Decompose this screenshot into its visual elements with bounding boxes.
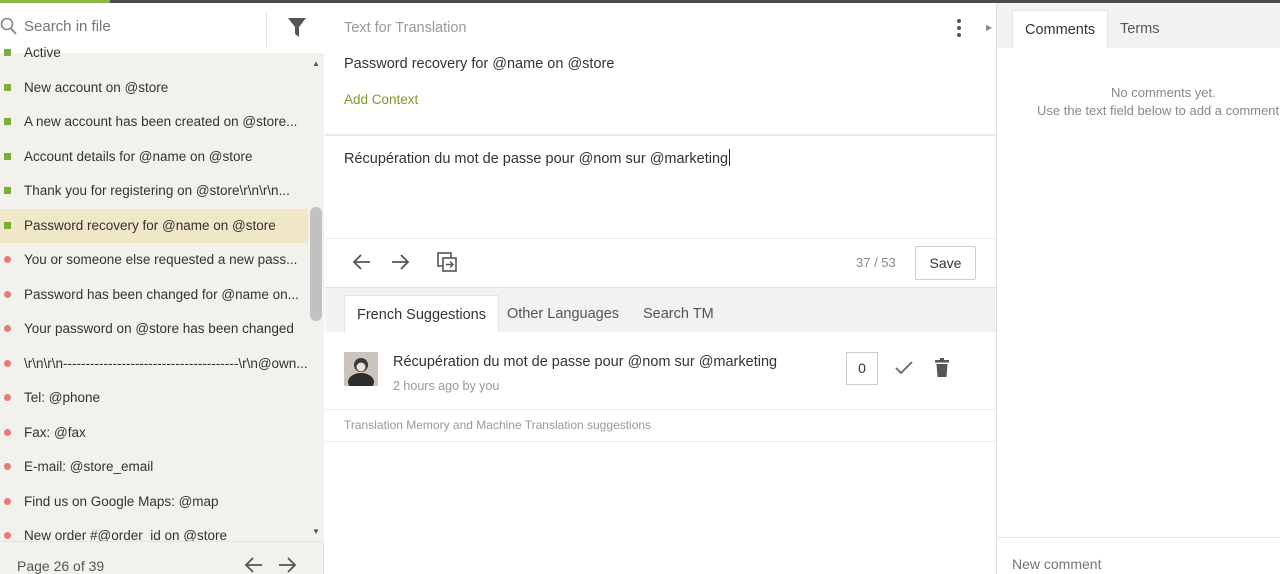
suggestion-meta: 2 hours ago by you — [393, 379, 500, 393]
comments-hint-text: Use the text field below to add a commen… — [1037, 103, 1280, 118]
comments-tabbar: Comments Terms — [997, 3, 1280, 48]
untranslated-status-icon — [4, 325, 11, 332]
untranslated-status-icon — [4, 463, 11, 470]
untranslated-status-icon — [4, 394, 11, 401]
string-item-label: Fax: @fax — [24, 424, 86, 440]
untranslated-status-icon — [4, 359, 11, 367]
prev-page-icon[interactable] — [244, 556, 264, 574]
next-page-icon[interactable] — [277, 556, 297, 574]
string-item-label: Your password on @store has been changed — [24, 321, 294, 336]
string-item-label: E-mail: @store_email — [24, 459, 154, 474]
tm-mt-label: Translation Memory and Machine Translati… — [325, 410, 996, 442]
page-indicator: Page 26 of 39 — [17, 558, 105, 574]
approve-check-icon[interactable] — [894, 360, 914, 376]
new-comment-input[interactable] — [1012, 556, 1262, 572]
tab-french-suggestions[interactable]: French Suggestions — [344, 295, 499, 333]
string-item-label: New order #@order_id on @store — [24, 528, 228, 541]
string-list-item[interactable]: \r\n\r\n--------------------------------… — [0, 347, 308, 381]
string-list-item[interactable]: Find us on Google Maps: @map — [0, 485, 308, 519]
untranslated-status-icon — [4, 497, 11, 505]
string-list-item[interactable]: Tel: @phone — [0, 381, 308, 415]
string-list-item[interactable]: Account details for @name on @store — [0, 140, 308, 174]
untranslated-status-icon — [4, 428, 11, 436]
strings-panel: Active New account on @store A new account… — [0, 3, 324, 574]
string-list-item[interactable]: Active — [0, 43, 308, 70]
suggestion-text: Récupération du mot de passe pour @nom s… — [393, 354, 778, 370]
search-icon — [0, 17, 17, 35]
string-item-label: Password has been changed for @name on..… — [24, 286, 299, 302]
no-comments-text: No comments yet. — [1111, 85, 1216, 100]
toolbar-divider — [325, 238, 996, 239]
translated-status-icon — [4, 49, 11, 56]
editor-panel: Text for Translation Password recovery f… — [325, 3, 996, 574]
copy-source-icon[interactable] — [436, 251, 458, 273]
list-scrollbar[interactable]: ▲ ▼ — [308, 53, 324, 543]
translated-status-icon — [4, 152, 11, 160]
string-item-label: You or someone else requested a new pass… — [24, 252, 298, 267]
string-item-label: Thank you for registering on @store\r\n\… — [24, 183, 290, 198]
string-list-item[interactable]: Password recovery for @name on @store — [0, 208, 308, 243]
tab-other-languages[interactable]: Other Languages — [495, 295, 631, 333]
source-label: Text for Translation — [344, 20, 467, 36]
string-list-item[interactable]: A new account has been created on @store… — [0, 105, 308, 139]
collapse-right-icon[interactable]: ▶ — [986, 23, 992, 32]
source-divider — [325, 134, 996, 136]
delete-trash-icon[interactable] — [934, 358, 950, 378]
string-item-label: Active — [24, 45, 61, 60]
string-list-item[interactable]: New order #@order_id on @store — [0, 519, 308, 541]
scrollbar-thumb[interactable] — [310, 207, 322, 321]
avatar — [344, 352, 378, 386]
more-options-icon[interactable] — [953, 17, 965, 39]
translated-status-icon — [4, 83, 11, 91]
string-item-label: Password recovery for @name on @store — [24, 217, 276, 233]
string-list-item[interactable]: Thank you for registering on @store\r\n\… — [0, 174, 308, 208]
untranslated-status-icon — [4, 532, 11, 539]
string-list-item[interactable]: Your password on @store has been changed — [0, 312, 308, 346]
string-item-label: \r\n\r\n--------------------------------… — [24, 355, 308, 371]
translated-status-icon — [4, 187, 11, 194]
translation-text: Récupération du mot de passe pour @nom s… — [344, 151, 729, 167]
untranslated-status-icon — [4, 256, 11, 263]
translation-textarea[interactable]: Récupération du mot de passe pour @nom s… — [344, 149, 731, 167]
suggestion-item[interactable]: Récupération du mot de passe pour @nom s… — [325, 332, 996, 410]
string-item-label: Tel: @phone — [24, 390, 101, 405]
add-context-link[interactable]: Add Context — [344, 92, 418, 107]
vote-count[interactable]: 0 — [846, 352, 878, 385]
search-divider — [266, 11, 267, 47]
scroll-up-icon[interactable]: ▲ — [312, 59, 320, 68]
comment-footer — [997, 537, 1280, 574]
string-item-label: Find us on Google Maps: @map — [24, 493, 219, 509]
string-item-label: Account details for @name on @store — [24, 148, 253, 164]
save-button[interactable]: Save — [915, 246, 976, 280]
tab-comments[interactable]: Comments — [1012, 10, 1109, 48]
text-caret — [729, 149, 731, 166]
untranslated-status-icon — [4, 290, 11, 298]
scroll-down-icon[interactable]: ▼ — [312, 527, 320, 536]
string-list-item[interactable]: You or someone else requested a new pass… — [0, 243, 308, 277]
string-list-item[interactable]: Fax: @fax — [0, 416, 308, 450]
string-list-item[interactable]: E-mail: @store_email — [0, 450, 308, 484]
suggestions-tabbar: French Suggestions Other Languages Searc… — [325, 287, 996, 333]
string-list-item[interactable]: Password has been changed for @name on..… — [0, 278, 308, 312]
search-input[interactable] — [24, 18, 254, 35]
string-list-item[interactable]: New account on @store — [0, 71, 308, 105]
string-item-label: A new account has been created on @store… — [24, 114, 298, 129]
source-text: Password recovery for @name on @store — [344, 56, 615, 72]
translated-status-icon — [4, 118, 11, 125]
pager: Page 26 of 39 — [0, 541, 324, 574]
string-counter: 37 / 53 — [856, 255, 896, 270]
translated-status-icon — [4, 221, 11, 229]
string-item-label: New account on @store — [24, 79, 169, 95]
string-list: Active New account on @store A new account… — [0, 43, 308, 541]
next-string-icon[interactable] — [390, 253, 410, 271]
tab-search-tm[interactable]: Search TM — [631, 295, 726, 333]
comments-panel: Comments Terms No comments yet. Use the … — [996, 3, 1280, 574]
filter-icon[interactable] — [287, 17, 307, 39]
tab-terms[interactable]: Terms — [1108, 10, 1171, 48]
previous-string-icon[interactable] — [352, 253, 372, 271]
